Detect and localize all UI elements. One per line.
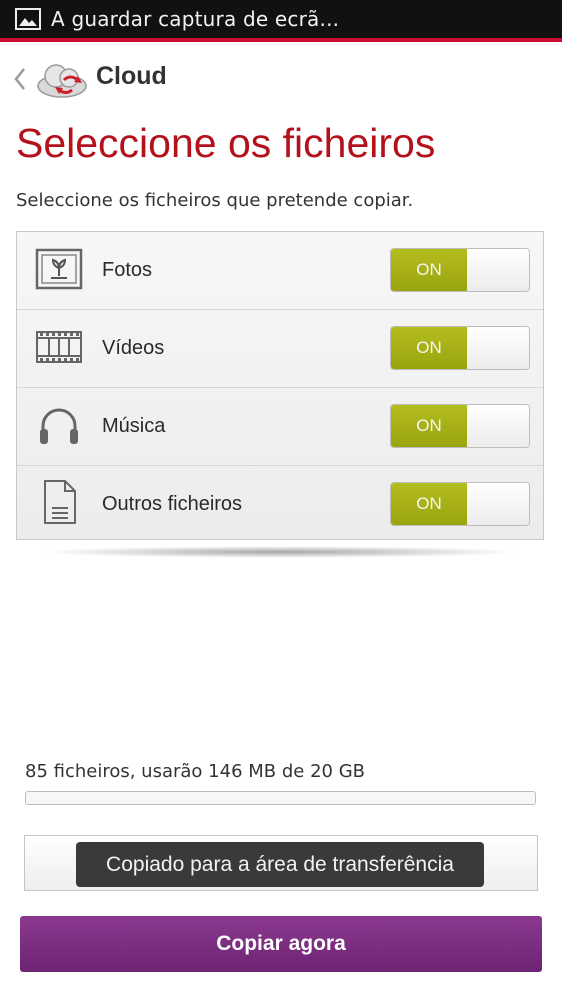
toggle-knob[interactable] xyxy=(467,405,529,447)
option-label-videos: Vídeos xyxy=(102,337,165,359)
status-notification-text: A guardar captura de ecrã... xyxy=(51,7,340,31)
usage-progress-bar xyxy=(25,791,536,805)
toggle-on-label: ON xyxy=(391,327,467,369)
toggle-photos[interactable]: ON xyxy=(390,248,530,292)
toggle-knob[interactable] xyxy=(467,327,529,369)
toggle-knob[interactable] xyxy=(467,483,529,525)
option-label-music: Música xyxy=(102,415,166,437)
toggle-music[interactable]: ON xyxy=(390,404,530,448)
toggle-on-label: ON xyxy=(391,249,467,291)
headphones-icon xyxy=(40,408,78,444)
toggle-on-label: ON xyxy=(391,483,467,525)
toggle-videos[interactable]: ON xyxy=(390,326,530,370)
status-bar: A guardar captura de ecrã... xyxy=(0,0,562,38)
accent-line xyxy=(0,38,562,42)
card-shadow xyxy=(40,546,520,558)
cloud-app-icon[interactable] xyxy=(34,56,90,102)
image-icon xyxy=(15,8,41,30)
option-row-videos[interactable]: Vídeos ON xyxy=(17,310,543,387)
toggle-knob[interactable] xyxy=(467,249,529,291)
toggle-on-label: ON xyxy=(391,405,467,447)
option-row-other-files[interactable]: Outros ficheiros ON xyxy=(17,466,543,543)
back-chevron-icon[interactable] xyxy=(10,64,30,94)
option-row-music[interactable]: Música ON xyxy=(17,388,543,465)
action-bar: Cloud xyxy=(0,48,562,112)
page-subtitle: Seleccione os ficheiros que pretende cop… xyxy=(16,190,414,211)
app-title: Cloud xyxy=(96,62,167,90)
page-title: Seleccione os ficheiros xyxy=(16,120,436,166)
option-label-photos: Fotos xyxy=(102,259,153,281)
file-type-options: Fotos ON Vídeos ON Música ON Outros fich… xyxy=(16,231,544,540)
photo-icon xyxy=(35,248,83,290)
toggle-other-files[interactable]: ON xyxy=(390,482,530,526)
document-icon xyxy=(44,480,76,524)
option-row-photos[interactable]: Fotos ON xyxy=(17,232,543,309)
copy-now-button[interactable]: Copiar agora xyxy=(20,916,542,972)
option-label-other-files: Outros ficheiros xyxy=(102,493,243,515)
film-icon xyxy=(36,331,82,363)
usage-summary: 85 ficheiros, usarão 146 MB de 20 GB xyxy=(25,761,365,782)
toast-message: Copiado para a área de transferência xyxy=(76,842,484,887)
